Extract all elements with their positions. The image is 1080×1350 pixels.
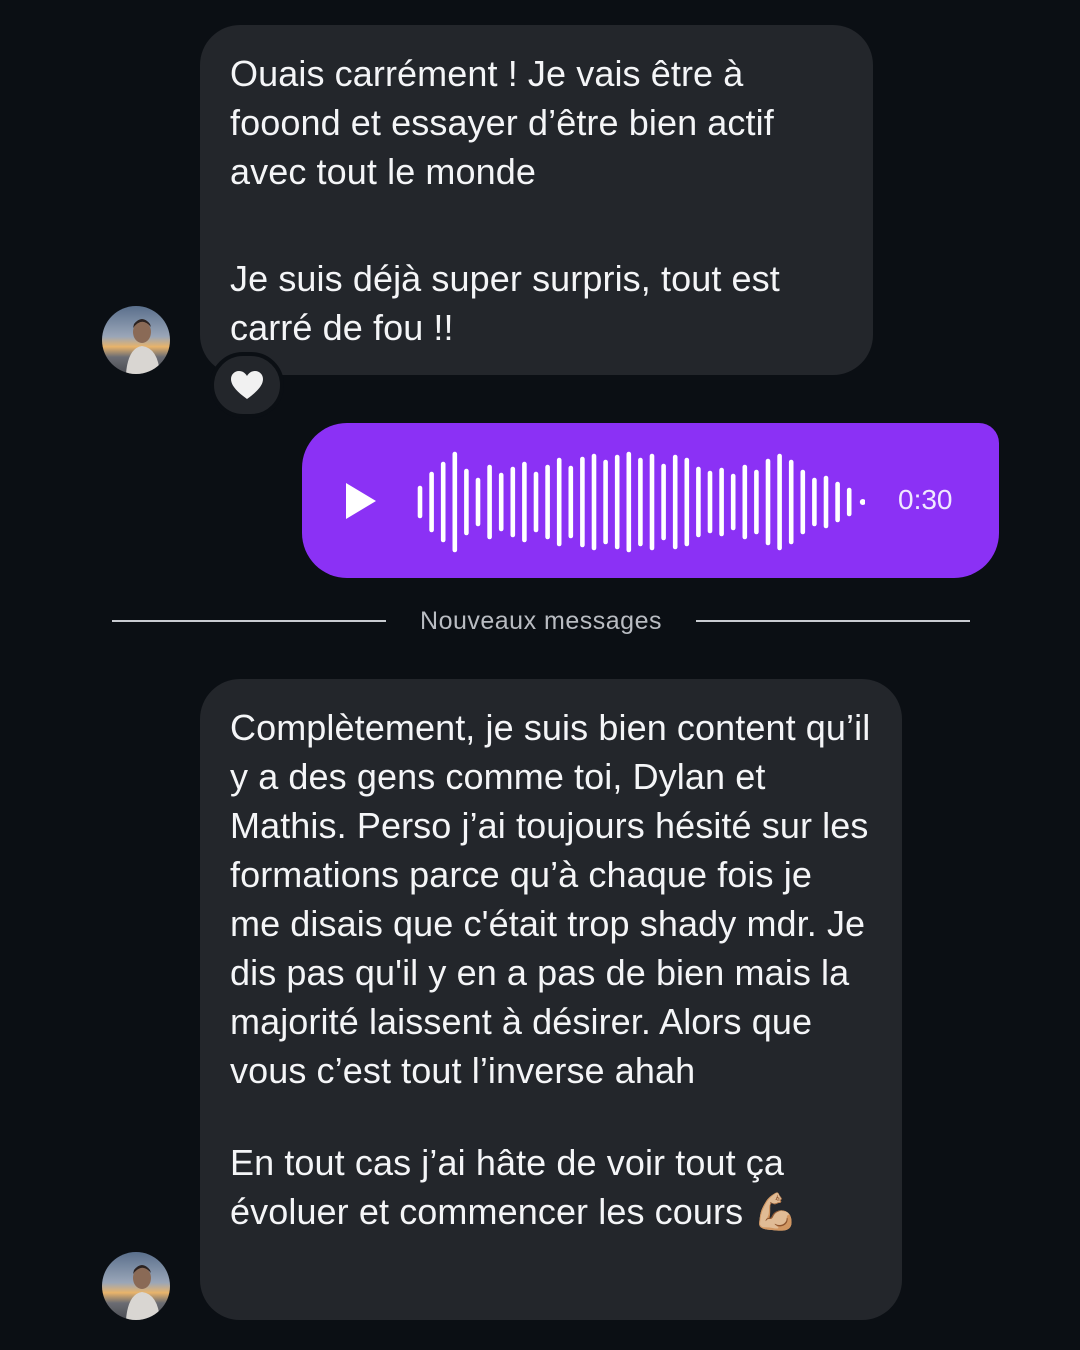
avatar[interactable]	[102, 306, 170, 374]
avatar[interactable]	[102, 1252, 170, 1320]
reaction-badge[interactable]	[210, 352, 284, 418]
play-button[interactable]	[340, 480, 380, 522]
incoming-message-bubble[interactable]: Ouais carrément ! Je vais être à fooond …	[200, 25, 873, 375]
play-icon	[346, 483, 376, 519]
heart-icon	[231, 371, 263, 399]
message-text: Je suis déjà super surpris, tout est car…	[230, 258, 790, 348]
message-text: Complètement, je suis bien content qu’il…	[230, 707, 881, 1091]
avatar-photo-icon	[102, 1252, 170, 1320]
message-text: Ouais carrément ! Je vais être à fooond …	[230, 53, 784, 192]
avatar-photo-icon	[102, 306, 170, 374]
message-text: En tout cas j’ai hâte de voir tout ça év…	[230, 1142, 799, 1232]
divider-line	[112, 620, 386, 622]
incoming-message-bubble[interactable]: Complètement, je suis bien content qu’il…	[200, 679, 902, 1320]
voice-duration: 0:30	[898, 484, 953, 515]
audio-waveform[interactable]	[415, 450, 865, 554]
new-messages-divider: Nouveaux messages	[420, 607, 662, 635]
divider-line	[696, 620, 970, 622]
waveform-end-dot	[859, 499, 865, 505]
